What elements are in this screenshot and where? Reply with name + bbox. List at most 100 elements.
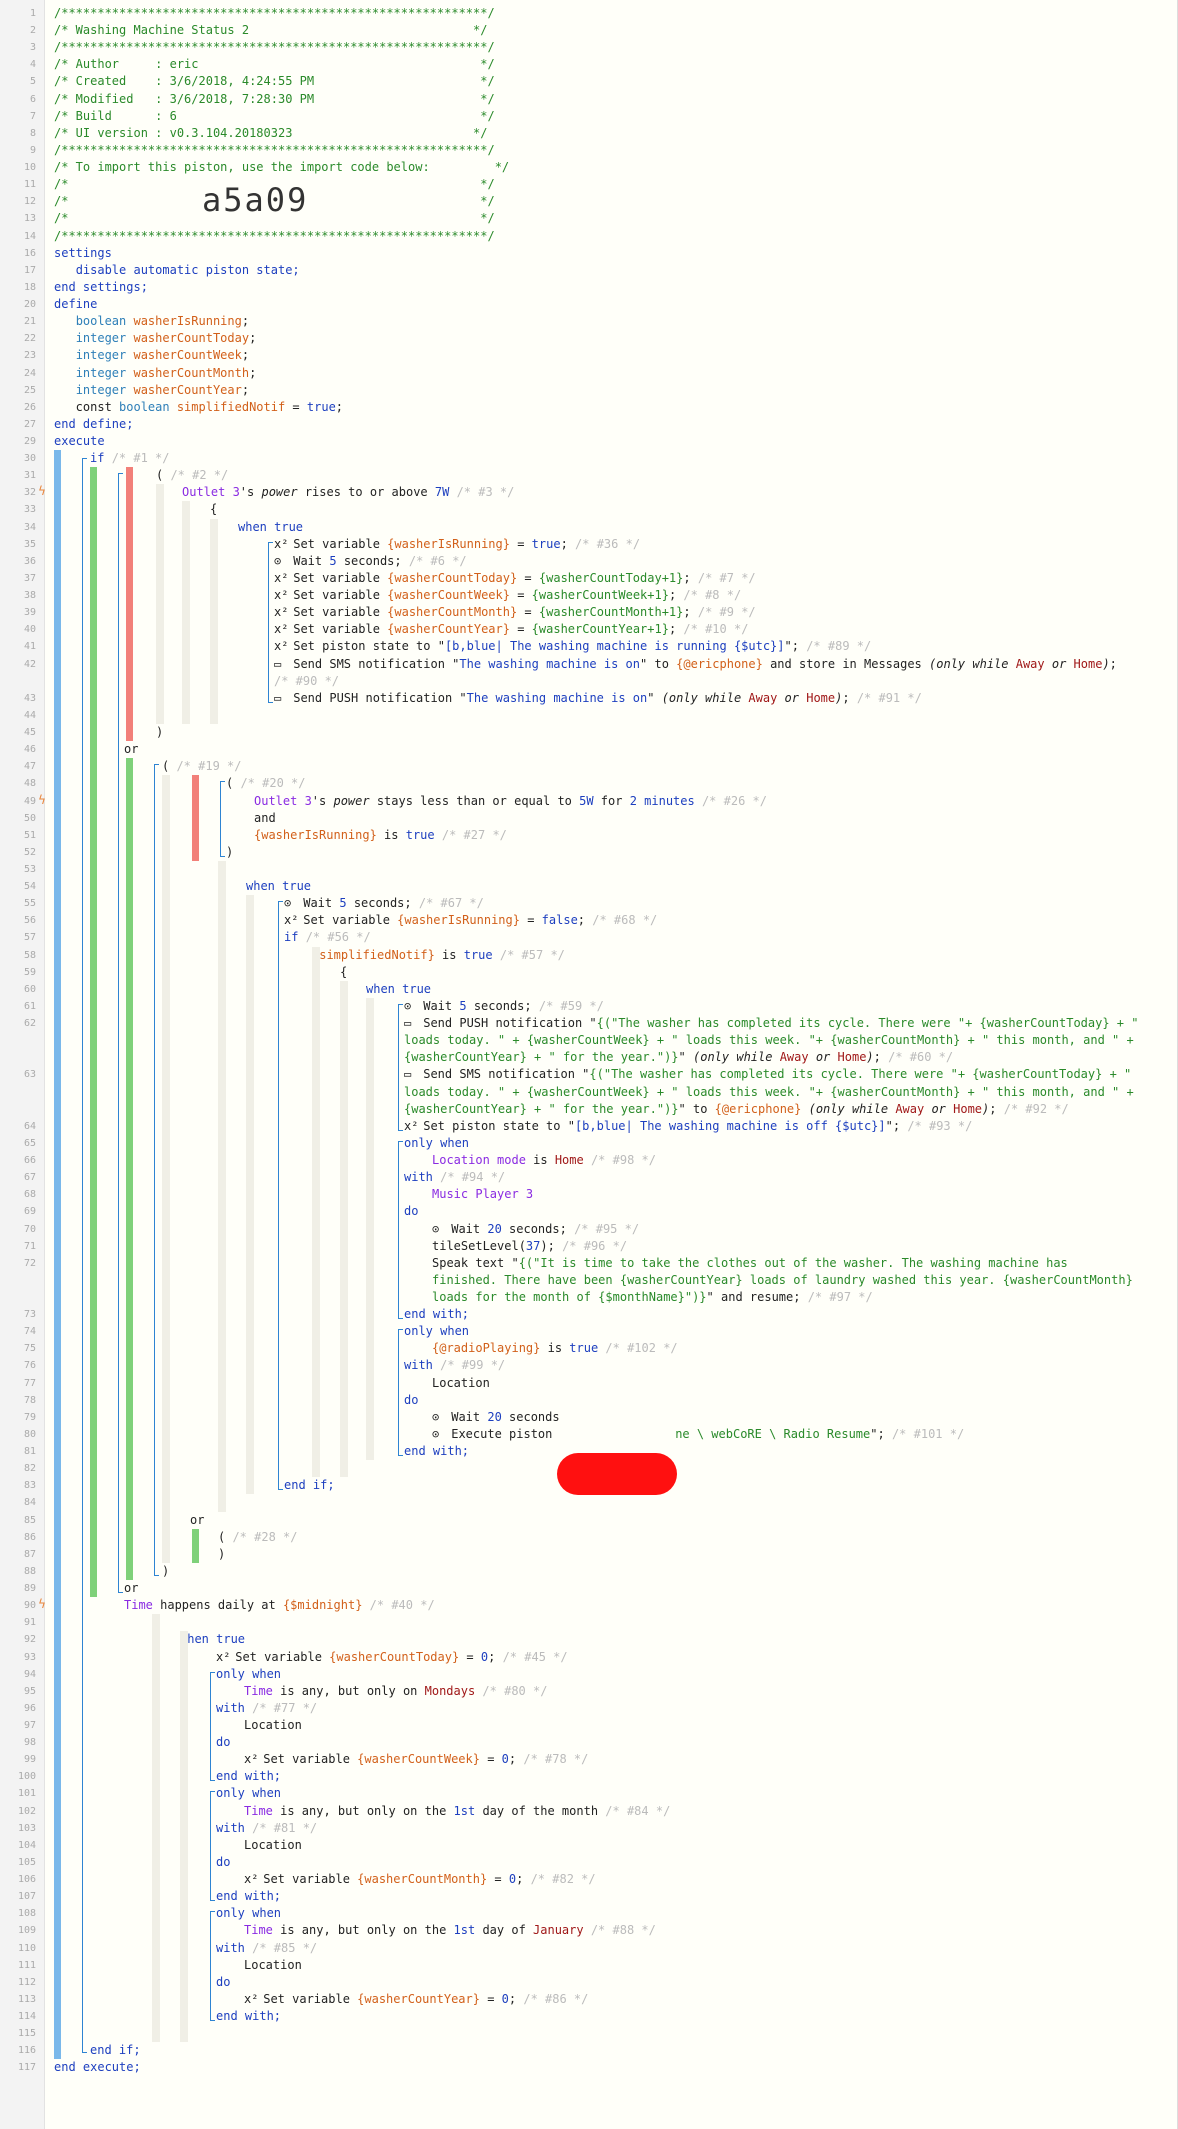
code-line[interactable]: only when — [216, 1905, 281, 1922]
code-line[interactable]: Location — [244, 1717, 302, 1734]
code-line[interactable]: ▭ Send PUSH notification "The washing ma… — [274, 690, 922, 707]
code-line[interactable]: x² Set variable {washerCountToday} = {wa… — [274, 570, 756, 587]
code-line[interactable]: when true — [366, 981, 431, 998]
code-line[interactable]: Speak text "{("It is time to take the cl… — [432, 1255, 1068, 1272]
code-line[interactable]: end define; — [54, 416, 133, 433]
code-line[interactable]: with /* #85 */ — [216, 1940, 317, 1957]
code-line[interactable]: /***************************************… — [54, 5, 495, 22]
code-line[interactable]: when true — [180, 1631, 245, 1648]
code-line[interactable]: integer washerCountMonth; — [54, 365, 257, 382]
code-line[interactable]: end with; — [404, 1306, 469, 1323]
code-line[interactable]: Time is any, but only on Mondays /* #80 … — [244, 1683, 547, 1700]
code-line[interactable]: with /* #94 */ — [404, 1169, 505, 1186]
code-line[interactable]: ) — [218, 1546, 225, 1563]
code-line[interactable]: ( /* #19 */ — [162, 758, 241, 775]
code-line[interactable]: ⊙ Wait 5 seconds; /* #6 */ — [274, 553, 467, 570]
code-line[interactable]: ⊙ Wait 5 seconds; /* #59 */ — [404, 998, 604, 1015]
code-line[interactable]: end with; — [216, 2008, 281, 2025]
code-line[interactable]: integer washerCountToday; — [54, 330, 257, 347]
code-line[interactable]: ⊙ Wait 20 seconds — [432, 1409, 560, 1426]
code-line[interactable]: only when — [216, 1785, 281, 1802]
code-line[interactable]: ) — [226, 844, 233, 861]
code-line[interactable]: Location — [244, 1837, 302, 1854]
code-line[interactable]: when true — [238, 519, 303, 536]
code-line[interactable]: end if; — [284, 1477, 335, 1494]
code-line[interactable]: x² Set variable {washerCountYear} = 0; /… — [244, 1991, 588, 2008]
code-line[interactable]: ⊙ Execute piston ne \ webCoRE \ Radio Re… — [432, 1426, 964, 1443]
code-line[interactable]: if /* #56 */ — [284, 929, 371, 946]
code-line[interactable]: x² Set piston state to "[b,blue| The was… — [404, 1118, 972, 1135]
code-line[interactable]: {@radioPlaying} is true /* #102 */ — [432, 1340, 678, 1357]
code-line[interactable]: x² Set variable {washerCountWeek} = {was… — [274, 587, 741, 604]
code-line[interactable]: x² Set variable {washerIsRunning} = fals… — [284, 912, 657, 929]
code-line[interactable]: loads today. " + {washerCountWeek} + " l… — [404, 1084, 1134, 1101]
code-line[interactable]: /* Author : eric */ — [54, 56, 495, 73]
code-line[interactable]: Time is any, but only on the 1st day of … — [244, 1803, 670, 1820]
code-line[interactable]: with /* #81 */ — [216, 1820, 317, 1837]
code-line[interactable]: end with; — [216, 1768, 281, 1785]
code-line[interactable]: x² Set variable {washerCountMonth} = {wa… — [274, 604, 756, 621]
code-line[interactable]: end execute; — [54, 2059, 141, 2076]
code-line[interactable]: do — [216, 1854, 230, 1871]
code-line[interactable]: do — [216, 1974, 230, 1991]
code-line[interactable]: /* Washing Machine Status 2 */ — [54, 22, 487, 39]
code-line[interactable]: {washerIsRunning} is true /* #27 */ — [254, 827, 507, 844]
code-line[interactable]: define — [54, 296, 97, 313]
code-line[interactable]: when true — [246, 878, 311, 895]
code-line[interactable]: ( /* #2 */ — [156, 467, 228, 484]
code-line[interactable]: /***************************************… — [54, 228, 495, 245]
code-line[interactable]: ⊙ Wait 20 seconds; /* #95 */ — [432, 1221, 639, 1238]
code-line[interactable]: disable automatic piston state; — [54, 262, 300, 279]
code-line[interactable]: end with; — [404, 1443, 469, 1460]
code-line[interactable]: integer washerCountYear; — [54, 382, 249, 399]
code-line[interactable]: /* Modified : 3/6/2018, 7:28:30 PM */ — [54, 91, 495, 108]
code-line[interactable]: ▭ Send SMS notification "The washing mac… — [274, 656, 1117, 673]
code-line[interactable]: Location — [432, 1375, 490, 1392]
code-line[interactable]: /* Build : 6 */ — [54, 108, 495, 125]
code-line[interactable]: /***************************************… — [54, 142, 495, 159]
code-line[interactable]: finished. There have been {washerCountYe… — [432, 1272, 1133, 1289]
code-line[interactable]: /* To import this piston, use the import… — [54, 159, 509, 176]
code-line[interactable]: tileSetLevel(37); /* #96 */ — [432, 1238, 627, 1255]
code-line[interactable]: integer washerCountWeek; — [54, 347, 249, 364]
code-line[interactable]: and — [254, 810, 276, 827]
code-line[interactable]: /* Created : 3/6/2018, 4:24:55 PM */ — [54, 73, 495, 90]
code-line[interactable]: only when — [216, 1666, 281, 1683]
code-line[interactable]: const boolean simplifiedNotif = true; — [54, 399, 343, 416]
code-line[interactable]: do — [404, 1203, 418, 1220]
code-line[interactable]: ▭ Send PUSH notification "{("The washer … — [404, 1015, 1138, 1032]
code-line[interactable]: ⊙ Wait 5 seconds; /* #67 */ — [284, 895, 484, 912]
code-line[interactable]: ▭ Send SMS notification "{("The washer h… — [404, 1066, 1131, 1083]
code-line[interactable]: with /* #77 */ — [216, 1700, 317, 1717]
code-line[interactable]: ) — [156, 724, 163, 741]
code-line[interactable]: end with; — [216, 1888, 281, 1905]
code-line[interactable]: do — [216, 1734, 230, 1751]
code-line[interactable]: boolean washerIsRunning; — [54, 313, 249, 330]
code-line[interactable]: Time happens daily at {$midnight} /* #40… — [124, 1597, 435, 1614]
code-line[interactable]: ) — [162, 1563, 169, 1580]
code-line[interactable]: or — [124, 741, 138, 758]
code-line[interactable]: /* UI version : v0.3.104.20180323 */ — [54, 125, 487, 142]
code-line[interactable]: { — [210, 501, 217, 518]
code-line[interactable]: Outlet 3's power stays less than or equa… — [254, 793, 767, 810]
code-line[interactable]: {washerCountYear} + " for the year.")}" … — [404, 1049, 953, 1066]
code-line[interactable]: Location mode is Home /* #98 */ — [432, 1152, 656, 1169]
code-line[interactable]: ( /* #28 */ — [218, 1529, 297, 1546]
code-line[interactable]: or — [124, 1580, 138, 1597]
code-line[interactable]: {simplifiedNotif} is true /* #57 */ — [312, 947, 565, 964]
code-line[interactable]: settings — [54, 245, 112, 262]
code-line[interactable]: or — [190, 1512, 204, 1529]
code-line[interactable]: /* #90 */ — [274, 673, 339, 690]
code-line[interactable]: end if; — [90, 2042, 141, 2059]
code-line[interactable]: do — [404, 1392, 418, 1409]
code-line[interactable]: x² Set variable {washerIsRunning} = true… — [274, 536, 640, 553]
code-line[interactable]: with /* #99 */ — [404, 1357, 505, 1374]
code-line[interactable]: /***************************************… — [54, 39, 495, 56]
code-line[interactable]: Music Player 3 — [432, 1186, 533, 1203]
code-line[interactable]: loads today. " + {washerCountWeek} + " l… — [404, 1032, 1134, 1049]
code-line[interactable]: x² Set variable {washerCountMonth} = 0; … — [244, 1871, 596, 1888]
code-line[interactable]: end settings; — [54, 279, 148, 296]
code-line[interactable]: only when — [404, 1135, 469, 1152]
code-line[interactable]: x² Set piston state to "[b,blue| The was… — [274, 638, 871, 655]
code-line[interactable]: loads for the month of {$monthName}")}" … — [432, 1289, 873, 1306]
